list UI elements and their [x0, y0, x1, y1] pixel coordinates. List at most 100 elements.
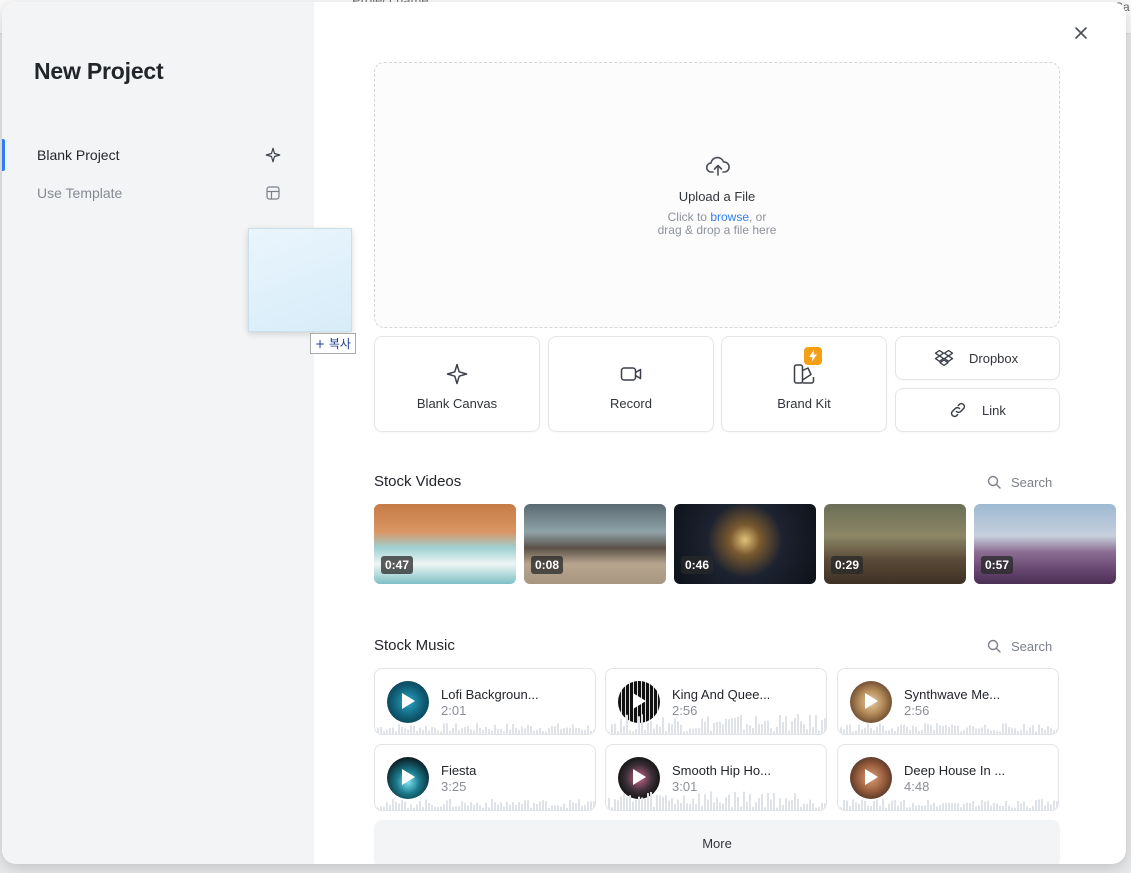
waveform-bar	[785, 798, 787, 810]
waveform-bar	[815, 715, 817, 734]
waveform-bar	[626, 797, 628, 810]
music-track-card[interactable]: King And Quee... 2:56	[605, 668, 827, 735]
waveform-bar	[554, 726, 556, 734]
stock-music-search[interactable]: Search	[987, 636, 1067, 656]
play-icon[interactable]	[633, 693, 646, 709]
waveform-bar	[521, 803, 523, 810]
waveform-bar	[731, 718, 733, 734]
music-track-card[interactable]: Synthwave Me... 2:56	[837, 668, 1059, 735]
play-icon[interactable]	[402, 693, 415, 709]
waveform-bar	[1011, 727, 1013, 734]
waveform-bar	[782, 805, 784, 810]
waveform-bar	[969, 725, 971, 734]
waveform-bar	[617, 731, 619, 734]
close-button[interactable]	[1070, 22, 1092, 44]
music-track-card[interactable]: Lofi Backgroun... 2:01	[374, 668, 596, 735]
waveform-bar	[473, 804, 475, 810]
waveform-bar	[416, 804, 418, 810]
sidebar-item-blank-project[interactable]: Blank Project	[2, 137, 314, 173]
waveform-bar	[380, 806, 382, 810]
link-button[interactable]: Link	[895, 388, 1060, 432]
lightning-badge	[804, 347, 822, 365]
waveform-bar	[584, 805, 586, 810]
play-icon[interactable]	[865, 769, 878, 785]
waveform-bar	[1041, 727, 1043, 734]
waveform-bar	[443, 723, 445, 734]
waveform-bar	[999, 731, 1001, 734]
waveform-bar	[737, 716, 739, 734]
waveform-bar	[731, 807, 733, 810]
waveform-bar	[957, 803, 959, 810]
waveform-bar	[1002, 723, 1004, 734]
waveform	[377, 723, 595, 734]
sparkle-icon	[265, 147, 281, 163]
brand-kit-button[interactable]: Brand Kit	[721, 336, 887, 432]
waveform-bar	[743, 791, 745, 810]
waveform-bar	[668, 800, 670, 810]
waveform-bar	[677, 799, 679, 810]
waveform-bar	[392, 727, 394, 734]
waveform-bar	[377, 807, 379, 810]
waveform-bar	[885, 807, 887, 810]
music-track-card[interactable]: Deep House In ... 4:48	[837, 744, 1059, 811]
music-track-card[interactable]: Fiesta 3:25	[374, 744, 596, 811]
play-icon[interactable]	[633, 769, 646, 785]
waveform-bar	[491, 730, 493, 734]
browse-link[interactable]: browse	[710, 210, 749, 224]
waveform-bar	[572, 724, 574, 734]
waveform	[840, 723, 1058, 734]
waveform-bar	[773, 792, 775, 810]
play-icon[interactable]	[865, 693, 878, 709]
waveform-bar	[740, 806, 742, 810]
stock-video-thumbnail[interactable]: 0:08	[524, 504, 666, 584]
blank-canvas-button[interactable]: Blank Canvas	[374, 336, 540, 432]
waveform-bar	[894, 800, 896, 810]
waveform-bar	[873, 730, 875, 734]
waveform	[840, 799, 1058, 810]
waveform-bar	[921, 805, 923, 810]
record-button[interactable]: Record	[548, 336, 714, 432]
stock-video-thumbnail[interactable]: 0:29	[824, 504, 966, 584]
waveform-bar	[497, 728, 499, 734]
waveform-bar	[590, 801, 592, 810]
waveform-bar	[527, 725, 529, 734]
waveform-bar	[749, 793, 751, 810]
waveform	[608, 714, 826, 734]
stock-videos-search[interactable]: Search	[987, 472, 1067, 492]
waveform-bar	[419, 727, 421, 734]
waveform-bar	[503, 806, 505, 810]
waveform-bar	[716, 797, 718, 810]
waveform-bar	[395, 801, 397, 810]
waveform-bar	[377, 727, 379, 734]
waveform-bar	[764, 721, 766, 734]
sparkle-icon	[446, 363, 468, 385]
lightning-icon	[809, 350, 817, 362]
waveform-bar	[797, 798, 799, 810]
more-button[interactable]: More	[374, 820, 1060, 864]
waveform-bar	[533, 802, 535, 810]
waveform-bar	[761, 724, 763, 734]
waveform-bar	[843, 799, 845, 810]
waveform-bar	[542, 731, 544, 734]
play-icon[interactable]	[402, 769, 415, 785]
stock-video-thumbnail[interactable]: 0:47	[374, 504, 516, 584]
waveform-bar	[990, 805, 992, 810]
stock-video-thumbnail[interactable]: 0:57	[974, 504, 1116, 584]
waveform-bar	[752, 806, 754, 810]
dropbox-button[interactable]: Dropbox	[895, 336, 1060, 380]
waveform-bar	[725, 797, 727, 810]
sidebar-item-use-template[interactable]: Use Template	[2, 175, 314, 211]
waveform-bar	[722, 724, 724, 734]
waveform-bar	[933, 730, 935, 734]
waveform-bar	[704, 721, 706, 734]
waveform-bar	[683, 795, 685, 810]
upload-dropzone[interactable]: Upload a File Click to browse, or drag &…	[374, 62, 1060, 328]
waveform-bar	[1014, 807, 1016, 810]
stock-video-thumbnail[interactable]: 0:46	[674, 504, 816, 584]
waveform-bar	[1032, 725, 1034, 734]
waveform-bar	[948, 726, 950, 734]
waveform-bar	[948, 802, 950, 810]
music-track-card[interactable]: Smooth Hip Ho... 3:01	[605, 744, 827, 811]
waveform-bar	[545, 800, 547, 810]
waveform-bar	[524, 728, 526, 734]
